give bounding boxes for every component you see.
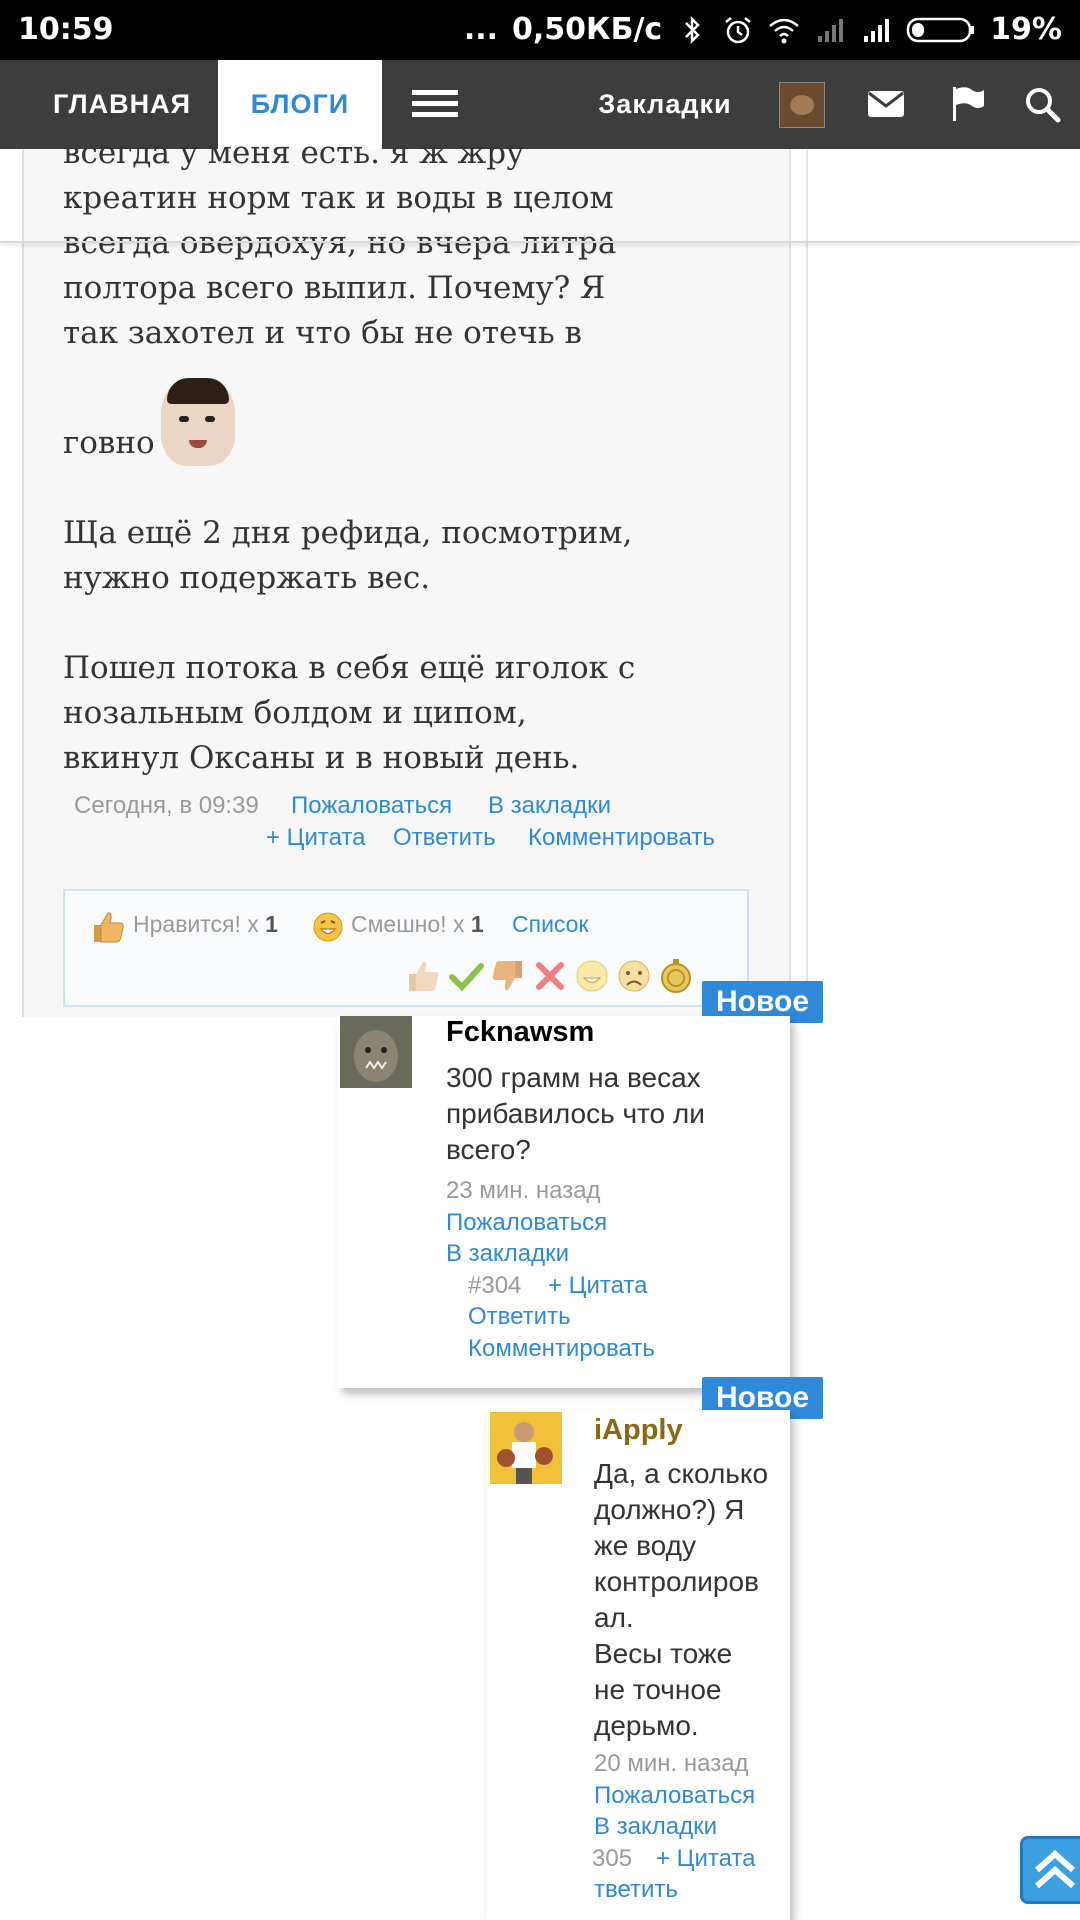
battery-icon bbox=[906, 14, 976, 46]
comment-author[interactable]: Fcknawsm bbox=[446, 1016, 594, 1049]
post-line: креатин норм так и воды в целом bbox=[63, 180, 614, 216]
reply-link[interactable]: тветить bbox=[594, 1876, 678, 1904]
comment-line: всего? bbox=[446, 1134, 531, 1165]
report-link[interactable]: Пожаловаться bbox=[446, 1209, 607, 1237]
comment-link[interactable]: Комментировать bbox=[528, 824, 715, 852]
comment-link[interactable]: Комментировать bbox=[468, 1335, 655, 1363]
post-line: всегда овердохуя, но вчера литра bbox=[63, 225, 617, 261]
status-time: 10:59 bbox=[18, 12, 114, 47]
quote-link[interactable]: + Цитата bbox=[548, 1272, 647, 1300]
bookmark-link[interactable]: В закладки bbox=[446, 1240, 569, 1268]
post-line: нозальным болдом и ципом, bbox=[63, 695, 527, 731]
reply-link[interactable]: Ответить bbox=[393, 824, 496, 852]
post-date: Сегодня, в 09:39 bbox=[74, 792, 259, 819]
menu-icon[interactable] bbox=[412, 84, 458, 124]
post-line: Ща ещё 2 дня рефида, посмотрим, bbox=[63, 515, 633, 551]
like-react-icon[interactable] bbox=[405, 957, 443, 995]
comment-number: #304 bbox=[468, 1272, 522, 1299]
avatar[interactable] bbox=[490, 1412, 562, 1484]
status-dots: ... bbox=[463, 12, 499, 47]
comment-line: не точное bbox=[594, 1674, 722, 1705]
mail-icon[interactable] bbox=[864, 82, 908, 126]
post-line: так захотел и что бы не отечь в bbox=[63, 315, 583, 351]
comment-line: дерьмо. bbox=[594, 1710, 699, 1741]
post-body: всегда у меня есть. я ж жру креатин норм… bbox=[63, 131, 663, 781]
double-chevron-up-icon bbox=[1035, 1849, 1075, 1889]
status-icons: ... 0,50КБ/с 19% bbox=[464, 12, 1062, 47]
bookmark-link[interactable]: В закладки bbox=[594, 1813, 717, 1841]
post-line: Пошел потока в себя ещё иголок с bbox=[63, 650, 636, 686]
medal-react-icon[interactable] bbox=[657, 957, 695, 995]
comment-time: 23 мин. назад bbox=[446, 1177, 601, 1204]
emoji-face-icon bbox=[160, 378, 235, 466]
like-label: Нравится! x 1 bbox=[133, 911, 278, 937]
comment-time: 20 мин. назад bbox=[594, 1750, 749, 1777]
report-link[interactable]: Пожаловаться bbox=[594, 1782, 755, 1810]
sad-react-icon[interactable] bbox=[615, 957, 653, 995]
scroll-top-button[interactable] bbox=[1020, 1836, 1080, 1904]
comment-line: ал. bbox=[594, 1602, 634, 1633]
dislike-react-icon[interactable] bbox=[488, 957, 526, 995]
comment-number: 305 bbox=[592, 1845, 633, 1872]
comment-line: 300 грамм на весах bbox=[446, 1062, 701, 1093]
post-line: говно bbox=[63, 425, 155, 461]
post-line: нужно подержать вес. bbox=[63, 560, 431, 596]
signal-icon bbox=[860, 14, 892, 46]
comment-text: 300 грамм на весах прибавилось что ли вс… bbox=[446, 1060, 705, 1168]
thumbs-up-icon bbox=[94, 912, 124, 943]
status-bar: 10:59 ... 0,50КБ/с 19% bbox=[0, 0, 1080, 60]
network-speed: 0,50КБ/с bbox=[512, 12, 663, 47]
funny-react-icon[interactable] bbox=[573, 957, 611, 995]
comment-card: iApply Да, а сколько должно?) Я же воду … bbox=[486, 1410, 790, 1920]
comment-line: должно?) Я bbox=[594, 1494, 745, 1525]
signal-icon bbox=[814, 14, 846, 46]
bookmark-link[interactable]: В закладки bbox=[488, 792, 611, 820]
flag-icon[interactable] bbox=[946, 82, 990, 126]
divider bbox=[806, 149, 808, 1019]
laugh-icon bbox=[313, 912, 343, 942]
post-line: вкинул Оксаны и в новый день. bbox=[63, 740, 580, 776]
comment-author[interactable]: iApply bbox=[594, 1414, 683, 1447]
report-link[interactable]: Пожаловаться bbox=[291, 792, 452, 820]
comment-line: Весы тоже bbox=[594, 1638, 733, 1669]
alarm-icon bbox=[722, 14, 754, 46]
comment-text: Да, а сколько должно?) Я же воду контрол… bbox=[594, 1456, 768, 1744]
comment-line: же воду bbox=[594, 1530, 696, 1561]
check-react-icon[interactable] bbox=[447, 957, 485, 995]
likes-box: Нравится! x 1 Смешно! x 1 Список bbox=[63, 889, 749, 1007]
comment-line: прибавилось что ли bbox=[446, 1098, 705, 1129]
battery-percent: 19% bbox=[990, 12, 1062, 47]
wifi-icon bbox=[768, 14, 800, 46]
post-line-emoji: говно bbox=[63, 378, 663, 466]
comment-line: Да, а сколько bbox=[594, 1458, 769, 1489]
quote-link[interactable]: + Цитата bbox=[266, 824, 365, 852]
avatar[interactable] bbox=[779, 82, 825, 128]
quote-link[interactable]: + Цитата bbox=[656, 1845, 755, 1873]
reply-link[interactable]: Ответить bbox=[468, 1303, 571, 1331]
comment-card: Fcknawsm 300 грамм на весах прибавилось … bbox=[338, 1016, 790, 1388]
bluetooth-icon bbox=[676, 14, 708, 46]
search-icon[interactable] bbox=[1020, 82, 1064, 126]
funny-label: Смешно! x 1 bbox=[351, 911, 484, 937]
avatar[interactable] bbox=[340, 1016, 412, 1088]
comment-line: контролиров bbox=[594, 1566, 759, 1597]
post-line: полтора всего выпил. Почему? Я bbox=[63, 270, 606, 306]
likes-list-link[interactable]: Список bbox=[512, 911, 589, 938]
post-line: всегда у меня есть. я ж жру bbox=[63, 135, 525, 171]
cross-react-icon[interactable] bbox=[531, 957, 569, 995]
